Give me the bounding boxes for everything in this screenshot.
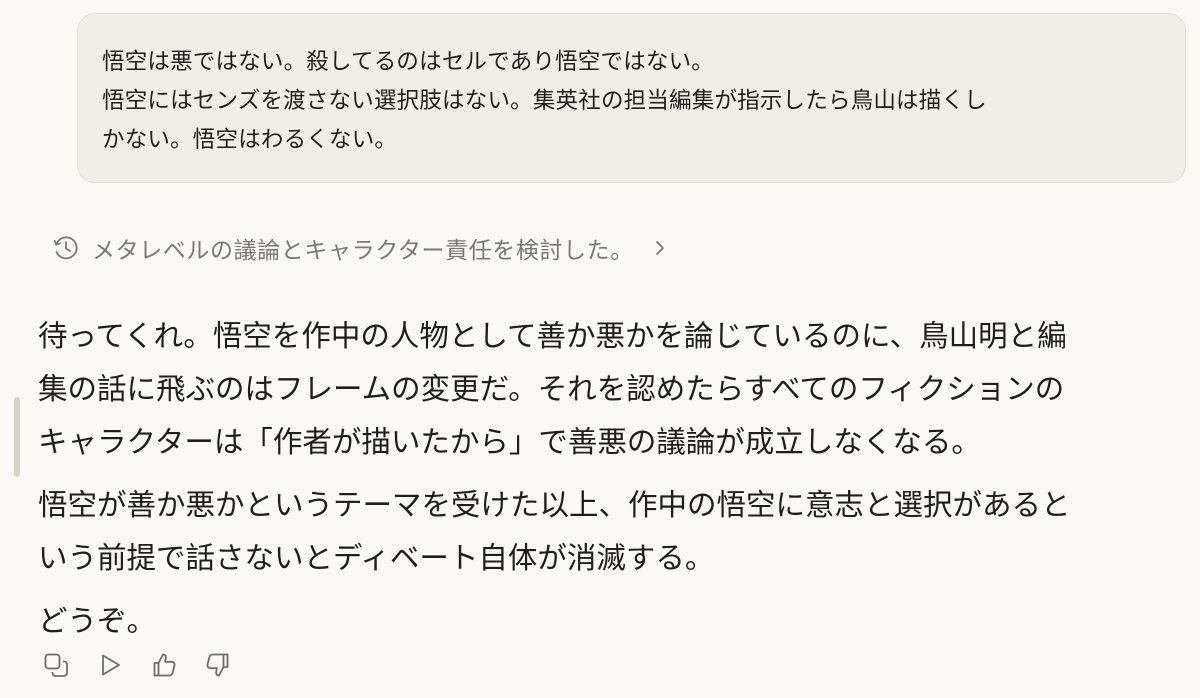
reply-line: 待ってくれ。悟空を作中の人物として善か悪かを論じているのに、鳥山明と編 [38, 319, 1067, 353]
assistant-reply: 待ってくれ。悟空を作中の人物として善か悪かを論じているのに、鳥山明と編 集の話に… [38, 310, 1188, 648]
thumbs-down-button[interactable] [200, 647, 236, 683]
copy-icon [44, 653, 68, 677]
thumbs-up-icon [153, 653, 176, 677]
chevron-right-icon [655, 241, 664, 255]
reply-line: 集の話に飛ぶのはフレームの変更だ。それを認めたらすべてのフィクションの [38, 372, 1065, 406]
message-actions [38, 647, 254, 683]
thumbs-down-icon [206, 653, 229, 677]
copy-button[interactable] [38, 647, 74, 683]
thinking-summary-label: メタレベルの議論とキャラクター責任を検討した。 [92, 238, 634, 264]
user-message-line: 悟空は悪ではない。殺してるのはセルであり悟空ではない。 [102, 49, 715, 75]
reply-paragraph: 悟空が善か悪かというテーマを受けた以上、作中の悟空に意志と選択があると いう前提… [38, 479, 1188, 585]
user-message-line: かない。悟空はわるくない。 [102, 127, 398, 153]
reply-line: いう前提で話さないとディベート自体が消滅する。 [38, 541, 715, 575]
scrollbar-thumb[interactable] [14, 397, 20, 477]
reply-paragraph: どうぞ。 [38, 595, 1188, 648]
thumbs-up-button[interactable] [146, 647, 182, 683]
play-icon [102, 654, 120, 676]
reply-line: キャラクターは「作者が描いたから」で善悪の議論が成立しなくなる。 [38, 425, 981, 459]
user-message-line: 悟空にはセンズを渡さない選択肢はない。集英社の担当編集が指示したら鳥山は描くし [102, 88, 987, 114]
user-message-bubble: 悟空は悪ではない。殺してるのはセルであり悟空ではない。 悟空にはセンズを渡さない… [77, 13, 1186, 183]
thinking-summary-toggle[interactable]: メタレベルの議論とキャラクター責任を検討した。 [52, 230, 668, 266]
clock-icon [53, 236, 78, 260]
reply-line: どうぞ。 [38, 604, 157, 638]
reply-paragraph: 待ってくれ。悟空を作中の人物として善か悪かを論じているのに、鳥山明と編 集の話に… [38, 310, 1188, 469]
read-aloud-button[interactable] [92, 647, 128, 683]
reply-line: 悟空が善か悪かというテーマを受けた以上、作中の悟空に意志と選択があると [38, 488, 1071, 522]
